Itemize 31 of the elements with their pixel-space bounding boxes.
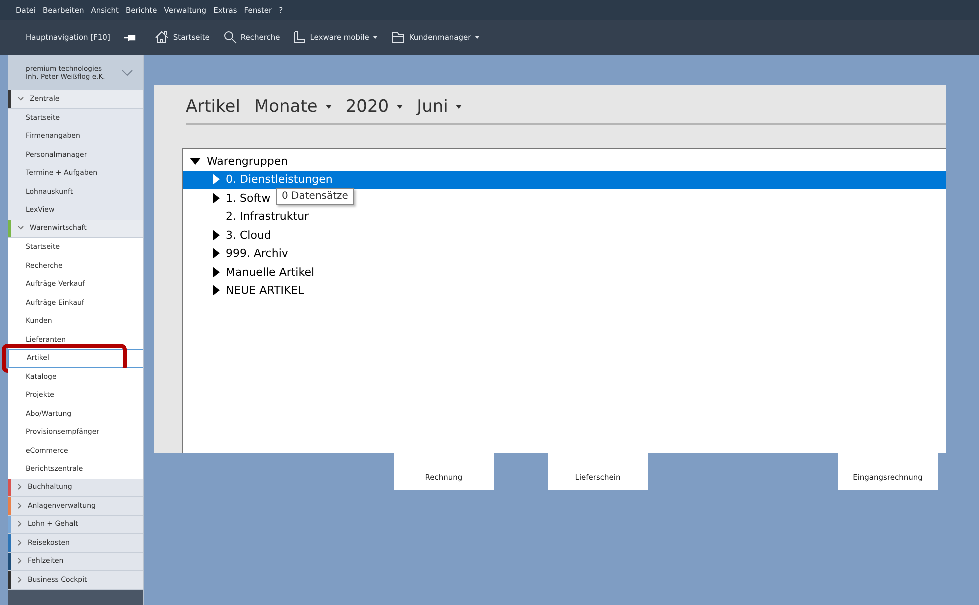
tree-item[interactable]: Warengruppen	[183, 152, 292, 170]
chevron-right-icon	[18, 540, 22, 546]
filter-dropdown[interactable]: 2020	[346, 97, 404, 117]
chevron-down-icon	[18, 96, 24, 101]
caret-icon	[397, 105, 404, 109]
home-icon	[155, 31, 170, 44]
folder-icon	[392, 31, 406, 44]
chevron-right-icon	[18, 521, 22, 528]
tree-item[interactable]: 999. Archiv	[183, 244, 292, 263]
tree-item[interactable]: 1. Softw	[183, 189, 275, 208]
triangle-down-icon	[190, 158, 201, 165]
chevron-right-icon	[18, 502, 22, 509]
chevron-right-icon	[18, 558, 22, 564]
filter-dropdown[interactable]: Monate	[254, 97, 332, 117]
chevron-down-icon	[122, 70, 133, 76]
panel-title: Artikel	[186, 97, 240, 117]
chevron-right-icon	[18, 576, 22, 583]
corner-icon	[294, 31, 306, 44]
tree-item[interactable]: 3. Cloud	[183, 226, 276, 244]
caret-icon	[456, 105, 462, 109]
tooltip: 0 Datensätze	[276, 188, 354, 205]
tree-item[interactable]: 2. Infrastruktur	[183, 208, 314, 226]
chevron-right-icon	[18, 484, 22, 490]
tree-item[interactable]: NEUE ARTIKEL	[183, 282, 308, 300]
pin-icon[interactable]	[124, 34, 136, 42]
search-icon	[224, 31, 237, 44]
filter-dropdown[interactable]: Juni	[417, 97, 462, 117]
tree-item[interactable]: Manuelle Artikel	[183, 263, 319, 282]
tree-item[interactable]: 0. Dienstleistungen	[183, 170, 946, 189]
chevron-down-icon	[18, 226, 24, 230]
caret-icon	[326, 105, 332, 109]
